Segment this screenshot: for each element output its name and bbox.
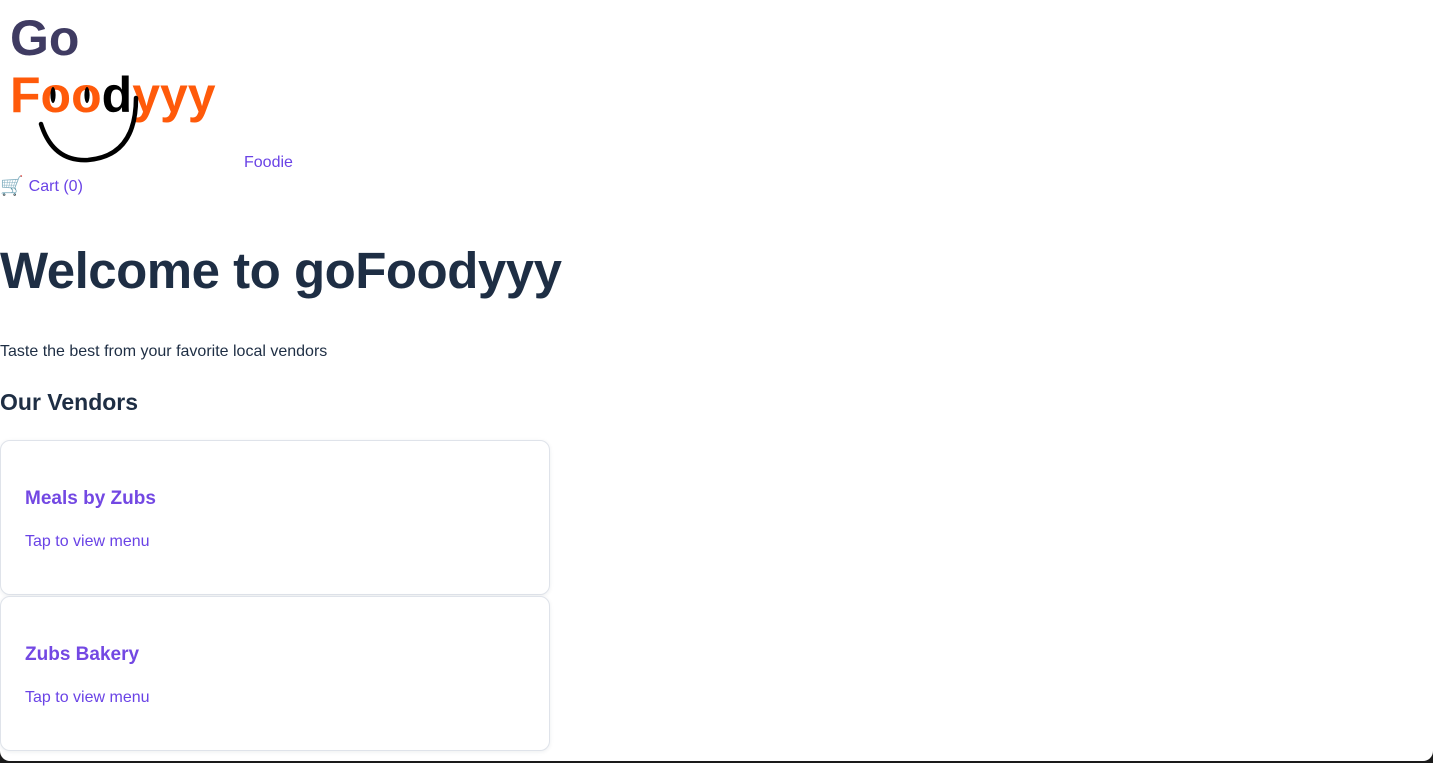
cart-link[interactable]: 🛒 Cart (0) bbox=[0, 176, 83, 198]
logo-left-eye bbox=[50, 87, 56, 103]
vendor-card[interactable]: Meals by Zubs Tap to view menu bbox=[0, 440, 550, 595]
logo-yyy: yyy bbox=[132, 67, 216, 123]
gofoodyyy-logo[interactable]: Go Foodyyy bbox=[8, 6, 248, 166]
vendor-view-menu-link[interactable]: Tap to view menu bbox=[25, 688, 150, 708]
logo-f: F bbox=[10, 67, 41, 123]
shopping-cart-icon: 🛒 bbox=[0, 176, 24, 197]
cart-label: Cart (0) bbox=[28, 178, 83, 195]
logo-right-eye bbox=[84, 87, 90, 103]
logo-go-text: Go bbox=[10, 10, 79, 66]
logo-d: d bbox=[102, 67, 133, 123]
page-subtitle: Taste the best from your favorite local … bbox=[0, 343, 328, 360]
vendor-name: Zubs Bakery bbox=[25, 644, 140, 665]
vendors-heading: Our Vendors bbox=[0, 389, 139, 415]
vendor-view-menu-link[interactable]: Tap to view menu bbox=[25, 532, 150, 552]
page: Go Foodyyy Foodie 🛒 Cart (0) Welcome to … bbox=[0, 0, 1433, 761]
vendor-name: Meals by Zubs bbox=[25, 488, 156, 509]
logo-foodyyy-text: Foodyyy bbox=[10, 67, 216, 123]
page-title: Welcome to goFoodyyy bbox=[0, 242, 562, 299]
logo-graphic: Go Foodyyy bbox=[10, 10, 216, 163]
nav-link-foodie[interactable]: Foodie bbox=[244, 153, 293, 173]
logo-oo: oo bbox=[41, 67, 102, 123]
vendor-card[interactable]: Zubs Bakery Tap to view menu bbox=[0, 596, 550, 751]
